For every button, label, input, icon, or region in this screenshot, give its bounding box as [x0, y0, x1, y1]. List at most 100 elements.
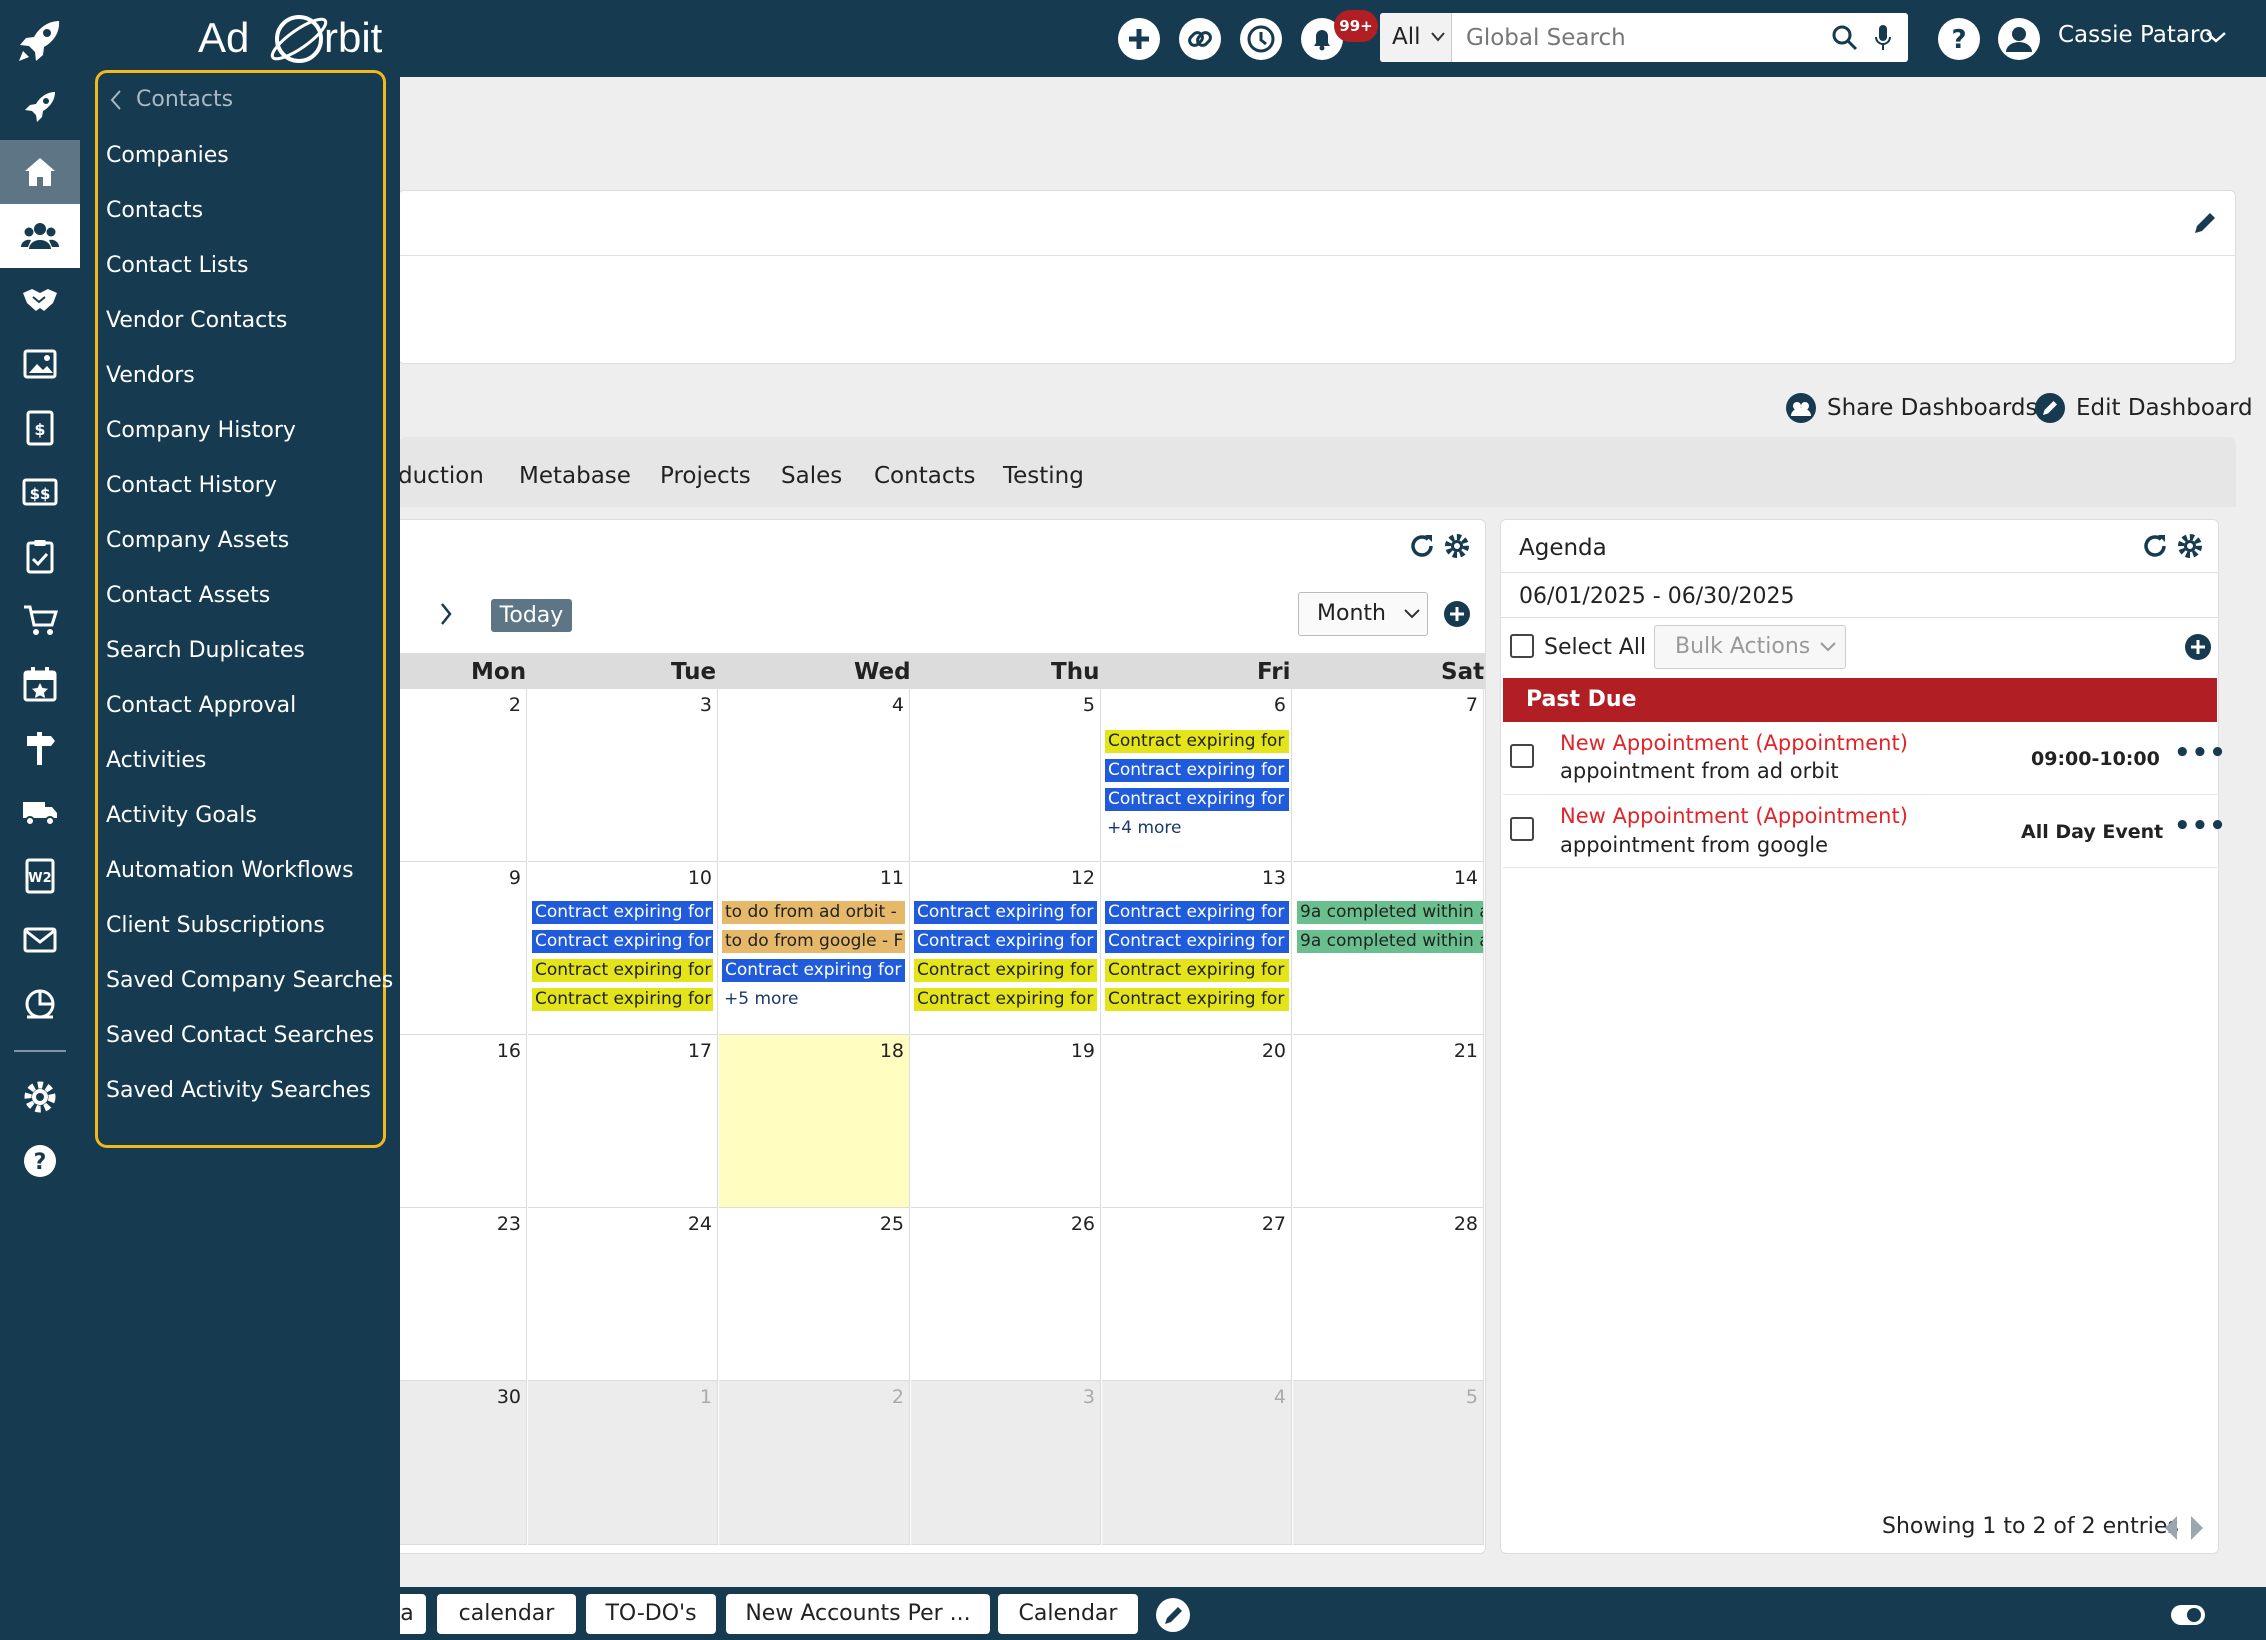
agenda-item-title[interactable]: New Appointment (Appointment) — [1560, 804, 1908, 828]
more-options-icon[interactable]: ••• — [2174, 738, 2227, 768]
search-input[interactable] — [1452, 13, 1812, 62]
history-icon[interactable] — [1239, 17, 1283, 61]
sidebar-item-media[interactable] — [0, 332, 80, 396]
calendar-event[interactable]: Contract expiring for — [1105, 788, 1289, 811]
calendar-event[interactable]: Contract expiring for — [914, 930, 1097, 953]
sidebar-item-reports[interactable] — [0, 972, 80, 1036]
share-dashboards-button[interactable]: Share Dashboards — [1785, 392, 2037, 424]
calendar-event[interactable]: Contract expiring for — [1105, 759, 1289, 782]
more-events-link[interactable]: +5 more — [724, 989, 799, 1009]
calendar-event[interactable]: Contract expiring for — [1105, 901, 1289, 924]
sidebar-item-campaigns[interactable] — [0, 716, 80, 780]
calendar-event[interactable]: Contract expiring for — [1105, 930, 1289, 953]
menu-item-contact-lists[interactable]: Contact Lists — [106, 253, 249, 278]
agenda-item-checkbox[interactable] — [1510, 817, 1534, 841]
bottom-tab-calendar-2[interactable]: Calendar — [998, 1594, 1138, 1634]
sidebar-item-home[interactable] — [0, 140, 80, 204]
menu-item-vendor-contacts[interactable]: Vendor Contacts — [106, 308, 287, 333]
tab-sales[interactable]: Sales — [781, 463, 842, 489]
tab-metabase[interactable]: Metabase — [519, 463, 631, 489]
tab-testing[interactable]: Testing — [1003, 463, 1084, 489]
menu-item-vendors[interactable]: Vendors — [106, 363, 195, 388]
menu-item-saved-activity-searches[interactable]: Saved Activity Searches — [106, 1078, 371, 1103]
help-icon[interactable]: ? — [1937, 17, 1981, 61]
menu-item-automation-workflows[interactable]: Automation Workflows — [106, 858, 354, 883]
bottom-tab-todos[interactable]: TO-DO's — [586, 1594, 716, 1634]
sidebar-item-delivery[interactable] — [0, 780, 80, 844]
sidebar-item-deals[interactable] — [0, 268, 80, 332]
menu-item-client-subscriptions[interactable]: Client Subscriptions — [106, 913, 325, 938]
menu-item-contact-assets[interactable]: Contact Assets — [106, 583, 270, 608]
calendar-event[interactable]: to do from ad orbit - — [722, 901, 905, 924]
calendar-event[interactable]: Contract expiring for — [532, 988, 713, 1011]
calendar-event[interactable]: Contract expiring for — [914, 901, 1097, 924]
calendar-event[interactable]: Contract expiring for — [532, 930, 713, 953]
search-icon[interactable] — [1832, 25, 1858, 51]
sidebar-item-invoices[interactable]: $ — [0, 396, 80, 460]
search-scope-select[interactable]: All — [1380, 13, 1452, 62]
calendar-event[interactable]: to do from google - F — [722, 930, 905, 953]
menu-item-company-history[interactable]: Company History — [106, 418, 296, 443]
edit-tabs-icon[interactable] — [1154, 1596, 1192, 1634]
select-all-checkbox[interactable] — [1510, 634, 1534, 658]
next-page-icon[interactable] — [2189, 1514, 2205, 1542]
sidebar-item-email[interactable] — [0, 908, 80, 972]
add-event-icon[interactable] — [1443, 600, 1471, 628]
more-events-link[interactable]: +4 more — [1107, 818, 1182, 838]
more-options-icon[interactable]: ••• — [2174, 811, 2227, 841]
menu-item-activity-goals[interactable]: Activity Goals — [106, 803, 257, 828]
add-agenda-item-icon[interactable] — [2184, 633, 2212, 661]
chevron-down-icon[interactable] — [2205, 30, 2227, 44]
calendar-event[interactable]: Contract expiring for — [722, 959, 905, 982]
sidebar-item-settings[interactable] — [0, 1065, 80, 1129]
app-logo-rocket-icon[interactable] — [0, 8, 80, 72]
sidebar-item-contacts[interactable] — [0, 204, 80, 268]
calendar-event[interactable]: Contract expiring for — [1105, 730, 1289, 753]
agenda-item-checkbox[interactable] — [1510, 744, 1534, 768]
menu-item-search-duplicates[interactable]: Search Duplicates — [106, 638, 305, 663]
menu-item-contact-approval[interactable]: Contact Approval — [106, 693, 296, 718]
add-icon[interactable] — [1117, 17, 1161, 61]
sidebar-item-tax-forms[interactable]: W2 — [0, 844, 80, 908]
refresh-icon[interactable] — [2141, 532, 2169, 560]
tab-production[interactable]: duction — [398, 463, 484, 489]
menu-item-contact-history[interactable]: Contact History — [106, 473, 277, 498]
calendar-event[interactable]: Contract expiring for — [532, 959, 713, 982]
sidebar-item-orders[interactable] — [0, 588, 80, 652]
back-to-contacts[interactable]: Contacts — [110, 87, 233, 112]
launchpad-rocket-icon[interactable] — [0, 75, 80, 139]
menu-item-companies[interactable]: Companies — [106, 143, 229, 168]
bottom-tab-new-accounts[interactable]: New Accounts Per ... — [726, 1594, 990, 1634]
agenda-item-title[interactable]: New Appointment (Appointment) — [1560, 731, 1908, 755]
tab-contacts[interactable]: Contacts — [874, 463, 975, 489]
menu-item-saved-contact-searches[interactable]: Saved Contact Searches — [106, 1023, 374, 1048]
menu-item-company-assets[interactable]: Company Assets — [106, 528, 289, 553]
menu-item-saved-company-searches[interactable]: Saved Company Searches — [106, 968, 393, 993]
calendar-event[interactable]: 9a completed within a — [1297, 901, 1483, 924]
menu-item-activities[interactable]: Activities — [106, 748, 206, 773]
edit-pencil-icon[interactable] — [2191, 209, 2219, 237]
edit-dashboard-button[interactable]: Edit Dashboard — [2034, 392, 2253, 424]
calendar-view-select[interactable]: Month — [1298, 592, 1428, 636]
calendar-event[interactable]: Contract expiring for — [1105, 959, 1289, 982]
calendar-event[interactable]: Contract expiring for — [914, 959, 1097, 982]
sidebar-item-help[interactable]: ? — [0, 1129, 80, 1193]
settings-gear-icon[interactable] — [1443, 532, 1471, 560]
calendar-event[interactable]: Contract expiring for — [914, 988, 1097, 1011]
calendar-event[interactable]: Contract expiring for — [1105, 988, 1289, 1011]
sidebar-item-calendar[interactable] — [0, 652, 80, 716]
user-menu[interactable]: Cassie Pataro — [2058, 22, 2213, 48]
bulk-actions-select[interactable]: Bulk Actions — [1654, 625, 1846, 669]
previous-page-icon[interactable] — [2163, 1514, 2179, 1542]
next-month-icon[interactable] — [438, 601, 454, 627]
link-icon[interactable] — [1178, 17, 1222, 61]
settings-gear-icon[interactable] — [2176, 532, 2204, 560]
microphone-icon[interactable] — [1874, 24, 1892, 52]
bottom-tab-calendar[interactable]: calendar — [437, 1594, 576, 1634]
user-avatar-icon[interactable] — [1997, 17, 2041, 61]
today-button[interactable]: Today — [491, 599, 572, 632]
menu-item-contacts[interactable]: Contacts — [106, 198, 203, 223]
sidebar-item-billing[interactable]: $$ — [0, 460, 80, 524]
sidebar-item-tasks[interactable] — [0, 524, 80, 588]
refresh-icon[interactable] — [1408, 532, 1436, 560]
